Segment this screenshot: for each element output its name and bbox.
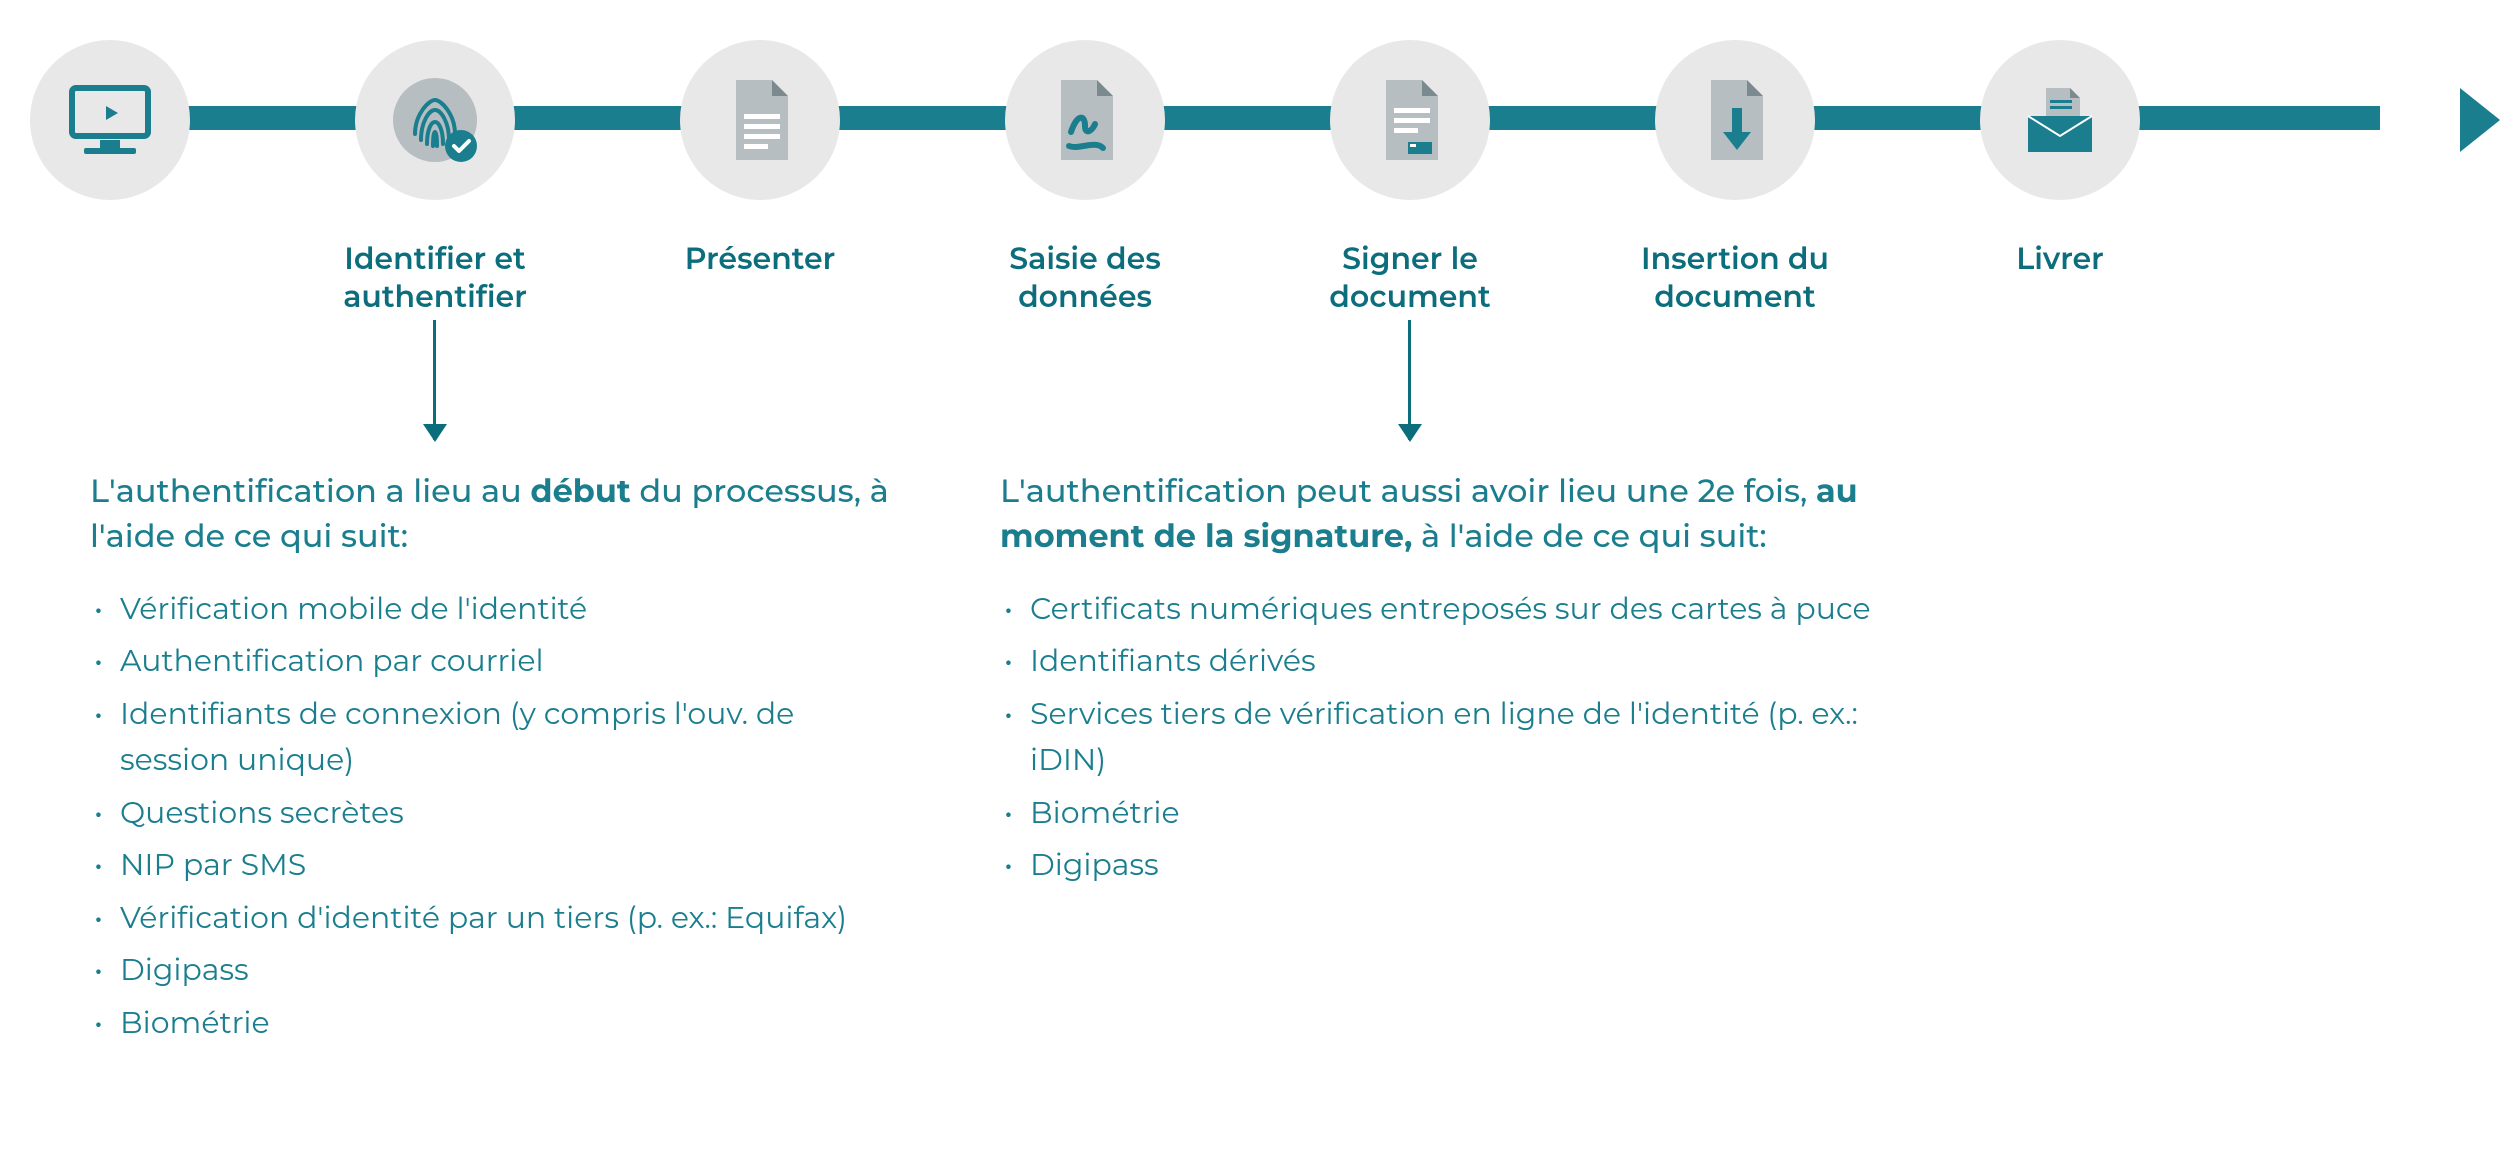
step-start xyxy=(30,40,190,200)
detail-block-right: L'authentification peut aussi avoir lieu… xyxy=(1000,470,1900,895)
document-icon xyxy=(710,70,810,170)
step-icon-wrap xyxy=(1655,40,1815,200)
step-label: Signer ledocument xyxy=(1260,240,1560,315)
step-icon-wrap xyxy=(680,40,840,200)
detail-heading-right: L'authentification peut aussi avoir lieu… xyxy=(1000,470,1900,560)
flow-arrowhead-icon xyxy=(2460,88,2500,152)
detail-block-left: L'authentification a lieu au début du pr… xyxy=(90,470,910,1052)
download-document-icon xyxy=(1685,70,1785,170)
step-present: Présenter xyxy=(680,40,840,200)
step-label: Présenter xyxy=(610,240,910,278)
step-icon-wrap xyxy=(355,40,515,200)
detail-list-left: Vérification mobile de l'identité Authen… xyxy=(90,586,910,1047)
process-flow: Identifier etauthentifier Présenter xyxy=(0,40,2500,200)
envelope-icon xyxy=(2010,70,2110,170)
step-deliver: Livrer xyxy=(1980,40,2140,200)
list-item: Identifiants de connexion (y compris l'o… xyxy=(90,691,910,784)
list-item: Questions secrètes xyxy=(90,790,910,837)
step-label: Livrer xyxy=(1910,240,2210,278)
detail-heading-left: L'authentification a lieu au début du pr… xyxy=(90,470,910,560)
list-item: Certificats numériques entreposés sur de… xyxy=(1000,586,1900,633)
step-icon-wrap xyxy=(1330,40,1490,200)
detail-arrow-left-icon xyxy=(433,320,436,440)
heading-text: à l'aide de ce qui suit: xyxy=(1412,517,1766,556)
detail-list-right: Certificats numériques entreposés sur de… xyxy=(1000,586,1900,889)
step-insert: Insertion dudocument xyxy=(1655,40,1815,200)
step-label: Insertion dudocument xyxy=(1585,240,1885,315)
detail-arrow-right-icon xyxy=(1408,320,1411,440)
list-item: Authentification par courriel xyxy=(90,638,910,685)
step-label: Saisie desdonnées xyxy=(935,240,1235,315)
list-item: Services tiers de vérification en ligne … xyxy=(1000,691,1900,784)
signature-icon xyxy=(1035,70,1135,170)
list-item: Digipass xyxy=(1000,842,1900,889)
fingerprint-icon xyxy=(385,70,485,170)
step-identify: Identifier etauthentifier xyxy=(355,40,515,200)
step-icon-wrap xyxy=(1980,40,2140,200)
list-item: NIP par SMS xyxy=(90,842,910,889)
step-capture: Saisie desdonnées xyxy=(1005,40,1165,200)
list-item: Vérification d'identité par un tiers (p.… xyxy=(90,895,910,942)
step-icon-wrap xyxy=(30,40,190,200)
step-label: Identifier etauthentifier xyxy=(285,240,585,315)
sign-document-icon xyxy=(1360,70,1460,170)
list-item: Vérification mobile de l'identité xyxy=(90,586,910,633)
list-item: Identifiants dérivés xyxy=(1000,638,1900,685)
list-item: Biométrie xyxy=(1000,790,1900,837)
list-item: Digipass xyxy=(90,947,910,994)
monitor-icon xyxy=(60,70,160,170)
heading-text: L'authentification a lieu au xyxy=(90,472,530,511)
heading-bold: début xyxy=(530,472,630,511)
list-item: Biométrie xyxy=(90,1000,910,1047)
step-icon-wrap xyxy=(1005,40,1165,200)
step-sign: Signer ledocument xyxy=(1330,40,1490,200)
heading-text: L'authentification peut aussi avoir lieu… xyxy=(1000,472,1816,511)
